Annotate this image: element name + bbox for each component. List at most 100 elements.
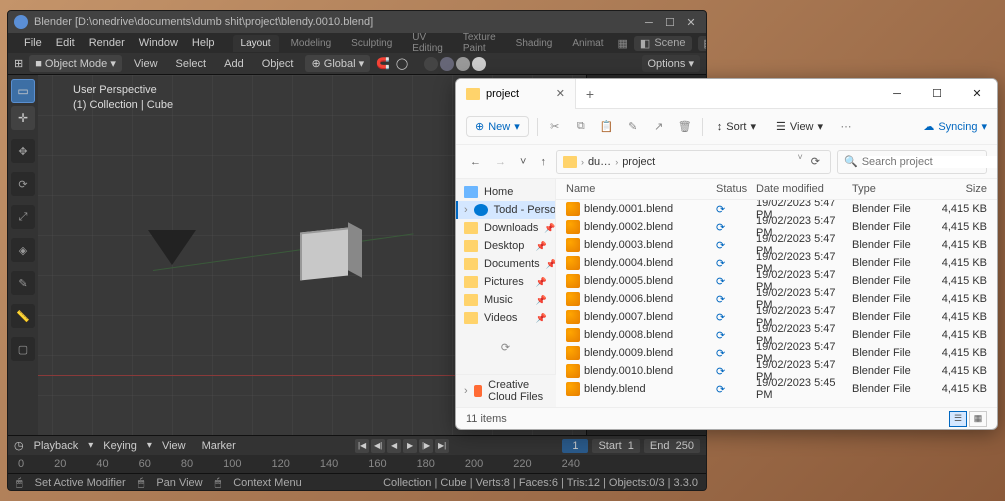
sort-button[interactable]: ↕ Sort ▾ — [711, 116, 762, 137]
header-select[interactable]: Select — [170, 56, 213, 72]
viewlayer-selector[interactable]: ▤ViewLayer — [698, 36, 707, 51]
camera-object[interactable] — [148, 230, 196, 265]
explorer-titlebar[interactable]: project ✕ + ─ ☐ ✕ — [456, 79, 997, 109]
nav-music[interactable]: Music📌 — [456, 291, 555, 309]
prev-key-icon[interactable]: ◀| — [371, 439, 385, 453]
back-button[interactable]: ← — [466, 153, 485, 171]
timeline-icon[interactable]: ◷ — [14, 439, 24, 452]
browse-scene-icon[interactable]: ▦ — [618, 37, 628, 50]
jump-end-icon[interactable]: ▶| — [435, 439, 449, 453]
proportional-icon[interactable]: ◯ — [396, 57, 408, 70]
search-input[interactable] — [862, 156, 998, 168]
chevron-right-icon[interactable]: › — [581, 157, 584, 167]
blender-titlebar[interactable]: Blender [D:\onedrive\documents\dumb shit… — [8, 11, 706, 33]
cut-icon[interactable]: ✂ — [546, 120, 564, 133]
menu-window[interactable]: Window — [133, 35, 184, 51]
chevron-right-icon[interactable]: › — [615, 157, 618, 167]
workspace-tab-animat[interactable]: Animat — [564, 35, 611, 52]
header-object[interactable]: Object — [256, 56, 300, 72]
select-tool[interactable]: ▭ — [11, 79, 35, 103]
nav-todd - personal[interactable]: ›Todd - Personal — [456, 201, 555, 219]
col-date[interactable]: Date modified — [756, 183, 852, 195]
ex-minimize-button[interactable]: ─ — [877, 79, 917, 109]
forward-button[interactable]: → — [491, 153, 510, 171]
nav-downloads[interactable]: Downloads📌 — [456, 219, 555, 237]
copy-icon[interactable]: ⧉ — [572, 120, 590, 133]
recent-dropdown[interactable]: ˅ — [516, 153, 530, 171]
play-reverse-icon[interactable]: ◀ — [387, 439, 401, 453]
pin-icon[interactable]: 📌 — [536, 313, 547, 324]
shading-render-icon[interactable] — [472, 57, 486, 71]
object-mode-selector[interactable]: ■ Object Mode ▾ — [29, 55, 122, 72]
details-view-button[interactable]: ☰ — [949, 411, 967, 427]
cube-object[interactable] — [300, 230, 356, 286]
crumb-parent[interactable]: du… — [588, 156, 611, 168]
nav-home[interactable]: Home — [456, 183, 555, 201]
tl-keying[interactable]: Keying — [97, 438, 143, 454]
workspace-tab-texture paint[interactable]: Texture Paint — [455, 29, 504, 57]
editor-type-icon[interactable]: ⊞ — [14, 57, 23, 70]
nav-videos[interactable]: Videos📌 — [456, 309, 555, 327]
start-frame[interactable]: Start 1 — [592, 439, 639, 453]
nav-pictures[interactable]: Pictures📌 — [456, 273, 555, 291]
close-button[interactable]: ✕ — [682, 16, 700, 29]
shading-material-icon[interactable] — [456, 57, 470, 71]
address-bar[interactable]: › du… › project ˅ ⟳ — [556, 150, 831, 174]
header-add[interactable]: Add — [218, 56, 250, 72]
jump-start-icon[interactable]: |◀ — [355, 439, 369, 453]
current-frame[interactable]: 1 — [562, 439, 588, 453]
col-type[interactable]: Type — [852, 183, 916, 195]
shading-solid-icon[interactable] — [440, 57, 454, 71]
delete-icon[interactable]: 🗑 — [676, 120, 694, 133]
ex-maximize-button[interactable]: ☐ — [917, 79, 957, 109]
more-icon[interactable]: ⋯ — [837, 120, 855, 133]
cursor-tool[interactable]: ✛ — [11, 106, 35, 130]
measure-tool[interactable]: 📏 — [11, 304, 35, 328]
up-button[interactable]: ↑ — [536, 153, 550, 171]
play-icon[interactable]: ▶ — [403, 439, 417, 453]
pin-icon[interactable]: 📌 — [544, 223, 555, 234]
share-icon[interactable]: ↗ — [650, 120, 668, 133]
scene-selector[interactable]: ◧Scene — [634, 36, 692, 51]
ex-close-button[interactable]: ✕ — [957, 79, 997, 109]
options-dropdown[interactable]: Options ▾ — [642, 55, 701, 72]
tl-playback[interactable]: Playback — [28, 438, 85, 454]
crumb-current[interactable]: project — [622, 156, 655, 168]
nav-ccf[interactable]: › Creative Cloud Files — [456, 374, 556, 407]
paste-icon[interactable]: 📋 — [598, 120, 616, 133]
next-key-icon[interactable]: |▶ — [419, 439, 433, 453]
pin-icon[interactable]: 📌 — [536, 241, 547, 252]
pin-icon[interactable]: 📌 — [546, 259, 556, 270]
header-view[interactable]: View — [128, 56, 164, 72]
move-tool[interactable]: ✥ — [11, 139, 35, 163]
end-frame[interactable]: End 250 — [644, 439, 700, 453]
timeline-ruler[interactable]: 020406080100120140160180200220240 — [8, 455, 706, 473]
menu-help[interactable]: Help — [186, 35, 221, 51]
menu-render[interactable]: Render — [83, 35, 131, 51]
nav-desktop[interactable]: Desktop📌 — [456, 237, 555, 255]
explorer-tab[interactable]: project ✕ — [456, 79, 576, 109]
refresh-button[interactable]: ⟳ — [807, 152, 824, 171]
minimize-button[interactable]: ─ — [640, 17, 658, 29]
tl-marker[interactable]: Marker — [196, 438, 242, 454]
pin-icon[interactable]: 📌 — [536, 277, 547, 288]
menu-edit[interactable]: Edit — [50, 35, 81, 51]
workspace-tab-uv editing[interactable]: UV Editing — [404, 29, 451, 57]
sync-status[interactable]: ☁ Syncing ▾ — [923, 120, 987, 133]
snap-icon[interactable]: 🧲 — [376, 57, 390, 70]
rotate-tool[interactable]: ⟳ — [11, 172, 35, 196]
transform-tool[interactable]: ◈ — [11, 238, 35, 262]
icons-view-button[interactable]: ▦ — [969, 411, 987, 427]
pin-icon[interactable]: 📌 — [536, 295, 547, 306]
col-name[interactable]: Name — [566, 183, 716, 195]
new-button[interactable]: ⊕ New ▾ — [466, 116, 529, 137]
rename-icon[interactable]: ✎ — [624, 120, 642, 133]
orientation-selector[interactable]: ⊕ Global ▾ — [305, 55, 370, 72]
new-tab-button[interactable]: + — [576, 86, 604, 102]
workspace-tab-sculpting[interactable]: Sculpting — [343, 35, 400, 52]
annotate-tool[interactable]: ✎ — [11, 271, 35, 295]
nav-documents[interactable]: Documents📌 — [456, 255, 555, 273]
shading-wire-icon[interactable] — [424, 57, 438, 71]
add-cube-tool[interactable]: ▢ — [11, 337, 35, 361]
search-box[interactable]: 🔍 — [837, 150, 987, 174]
